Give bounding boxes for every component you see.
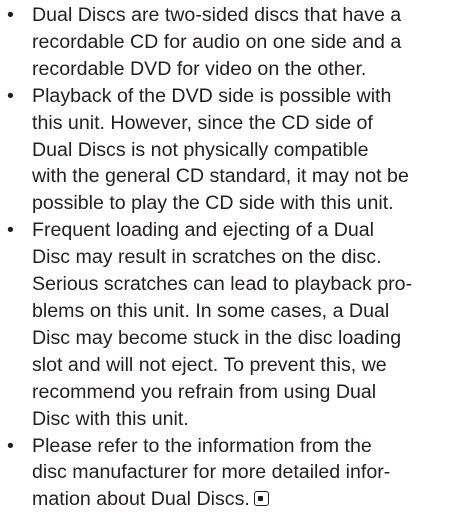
text-line: with the general CD standard, it may not… — [32, 165, 409, 188]
text-line: possible to play the CD side with this u… — [32, 192, 394, 215]
text-line: recordable DVD for video on the other. — [32, 57, 367, 80]
text-line: recordable CD for audio on one side and … — [32, 30, 402, 53]
text-line: Dual Discs are two-sided discs that have… — [32, 4, 402, 26]
text-line: Please refer to the information from the — [32, 434, 372, 457]
text-line: this unit. However, since the CD side of — [32, 111, 373, 134]
text-line: mation about Dual Discs. — [32, 486, 457, 513]
bullet-item-1: • Dual Discs are two-sided discs that ha… — [0, 2, 457, 83]
bullet-icon: • — [7, 219, 14, 242]
bullet-icon: • — [7, 434, 14, 457]
text-line: Playback of the DVD side is possible wit… — [32, 84, 392, 107]
bullet-item-2: • Playback of the DVD side is possible w… — [0, 83, 457, 218]
end-of-section-icon — [253, 491, 269, 507]
text-line: Dual Discs is not physically compatible — [32, 138, 369, 161]
text-line: Serious scratches can lead to playback p… — [32, 273, 413, 296]
document-page: • Dual Discs are two-sided discs that ha… — [0, 0, 457, 528]
text-line: disc manufacturer for more detailed info… — [32, 461, 391, 484]
bullet-icon: • — [7, 84, 14, 107]
text-line: Frequent loading and ejecting of a Dual — [32, 219, 375, 242]
bullet-icon: • — [7, 4, 14, 26]
text-line: slot and will not eject. To prevent this… — [32, 353, 387, 376]
bullet-item-4: • Please refer to the information from t… — [0, 433, 457, 514]
text-line: Disc may result in scratches on the disc… — [32, 246, 382, 269]
text-line: recommend you refrain from using Dual — [32, 380, 377, 403]
bullet-item-3: • Frequent loading and ejecting of a Dua… — [0, 217, 457, 432]
text-line: Disc may become stuck in the disc loadin… — [32, 326, 402, 349]
text-line-content: mation about Dual Discs. — [32, 488, 250, 511]
text-line: Disc with this unit. — [32, 407, 189, 430]
text-line: blems on this unit. In some cases, a Dua… — [32, 299, 390, 322]
